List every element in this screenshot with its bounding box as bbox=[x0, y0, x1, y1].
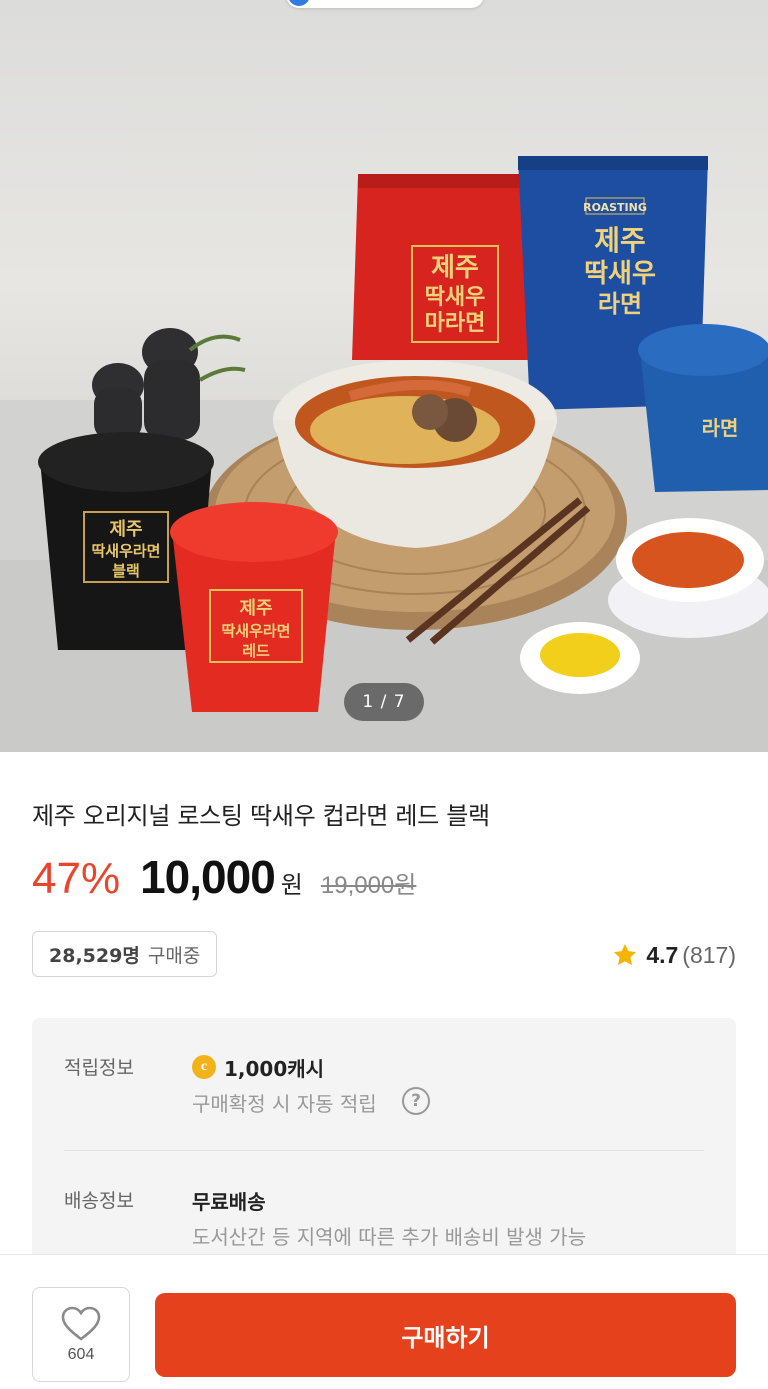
buy-button[interactable]: 구매하기 bbox=[155, 1293, 736, 1377]
wishlist-count: 604 bbox=[67, 1345, 95, 1363]
svg-text:제주: 제주 bbox=[594, 224, 646, 257]
currency-unit: 원 bbox=[280, 871, 303, 899]
buyers-count: 28,529명 bbox=[49, 944, 140, 967]
product-title: 제주 오리지널 로스팅 딱새우 컵라면 레드 블랙 bbox=[32, 802, 490, 830]
star-icon bbox=[614, 943, 637, 966]
wishlist-button[interactable]: 604 bbox=[32, 1287, 130, 1382]
svg-text:ROASTING: ROASTING bbox=[583, 201, 647, 214]
svg-text:제주: 제주 bbox=[109, 519, 142, 540]
svg-text:딱새우라면: 딱새우라면 bbox=[221, 622, 290, 640]
svg-text:블랙: 블랙 bbox=[112, 562, 140, 580]
sale-price: 10,000 bbox=[140, 851, 276, 903]
product-image-gallery[interactable]: 제주 딱새우 마라면 ROASTING 제주 딱새우 라면 라면 제주 딱새우라… bbox=[0, 0, 768, 752]
svg-text:제주: 제주 bbox=[431, 253, 479, 283]
buyers-badge: 28,529명 구매중 bbox=[32, 931, 218, 977]
buyers-suffix: 구매중 bbox=[147, 944, 201, 967]
shipping-label: 배송정보 bbox=[64, 1190, 134, 1212]
shipping-main: 무료배송 bbox=[192, 1190, 266, 1214]
price-row: 47% 10,000 원 19,000원 bbox=[32, 850, 416, 906]
discount-rate: 47% bbox=[32, 854, 121, 903]
floating-search-pill[interactable] bbox=[286, 0, 484, 8]
search-icon bbox=[288, 0, 310, 6]
svg-text:딱새우: 딱새우 bbox=[584, 259, 656, 289]
points-note: 구매확정 시 자동 적립 bbox=[192, 1092, 377, 1116]
svg-text:레드: 레드 bbox=[242, 642, 270, 660]
divider bbox=[64, 1150, 704, 1151]
svg-text:딱새우: 딱새우 bbox=[425, 285, 486, 310]
svg-text:라면: 라면 bbox=[702, 416, 739, 440]
cash-coin-icon: c bbox=[192, 1055, 216, 1079]
original-price: 19,000원 bbox=[320, 872, 417, 899]
review-count: (817) bbox=[682, 941, 736, 968]
svg-text:딱새우라면: 딱새우라면 bbox=[91, 542, 160, 560]
cash-amount: 1,000캐시 bbox=[224, 1057, 325, 1081]
shipping-note: 도서산간 등 지역에 따른 추가 배송비 발생 가능 bbox=[192, 1225, 587, 1249]
benefit-info-box: 적립정보 c 1,000캐시 구매확정 시 자동 적립 ? 배송정보 무료배송 … bbox=[32, 1018, 736, 1278]
rating-summary[interactable]: 4.7 (817) bbox=[612, 937, 736, 973]
bottom-action-bar: 604 구매하기 bbox=[0, 1254, 768, 1389]
points-label: 적립정보 bbox=[64, 1057, 134, 1079]
svg-text:제주: 제주 bbox=[239, 598, 272, 619]
svg-text:마라면: 마라면 bbox=[425, 311, 486, 336]
product-photo: 제주 딱새우 마라면 ROASTING 제주 딱새우 라면 라면 제주 딱새우라… bbox=[0, 156, 768, 752]
heart-icon bbox=[61, 1306, 101, 1341]
gallery-page-counter: 1 / 7 bbox=[344, 683, 424, 721]
help-icon[interactable]: ? bbox=[402, 1087, 430, 1115]
svg-text:라면: 라면 bbox=[598, 290, 642, 318]
rating-score: 4.7 bbox=[646, 941, 679, 968]
